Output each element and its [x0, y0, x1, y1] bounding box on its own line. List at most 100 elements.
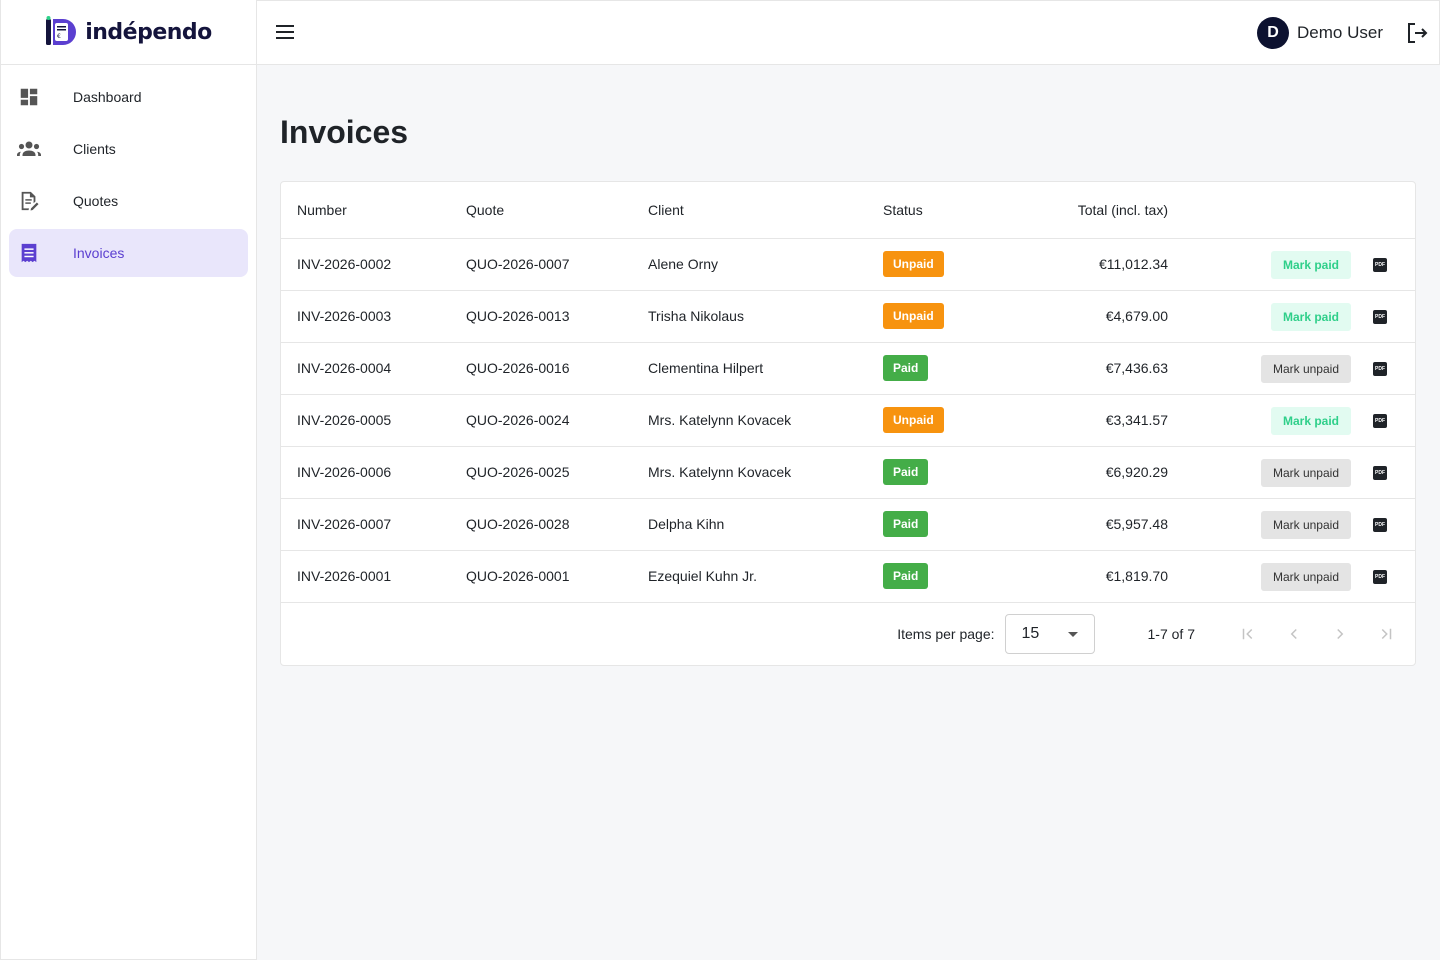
pdf-download-icon[interactable]: PDF — [1373, 309, 1387, 324]
mark-paid-button[interactable]: Mark paid — [1270, 302, 1351, 331]
mark-unpaid-button[interactable]: Mark unpaid — [1260, 354, 1351, 383]
column-header-status[interactable]: Status — [883, 182, 1013, 239]
table-row[interactable]: INV-2026-0002 QUO-2026-0007 Alene Orny U… — [281, 238, 1415, 291]
status-cell: Unpaid — [883, 290, 1013, 343]
quote-number: QUO-2026-0024 — [466, 394, 648, 447]
invoice-number: INV-2026-0004 — [281, 342, 466, 395]
logout-icon[interactable] — [1405, 21, 1429, 45]
invoice-number: INV-2026-0003 — [281, 290, 466, 343]
column-header-number[interactable]: Number — [281, 182, 466, 239]
invoice-total: €4,679.00 — [1013, 290, 1168, 343]
menu-icon[interactable] — [275, 21, 297, 43]
logo[interactable]: € indépendo — [1, 0, 256, 65]
column-header-quote[interactable]: Quote — [466, 182, 648, 239]
first-page-icon — [1242, 628, 1253, 640]
chevron-left-icon — [1290, 628, 1297, 640]
top-bar: D Demo User — [257, 0, 1440, 65]
page-size-value: 15 — [1021, 625, 1040, 642]
actions-cell: Mark unpaid PDF — [1168, 446, 1415, 499]
sidebar-item-label: Invoices — [73, 245, 125, 261]
client-name: Mrs. Katelynn Kovacek — [648, 394, 883, 447]
status-badge: Paid — [883, 563, 929, 589]
table-row[interactable]: INV-2026-0005 QUO-2026-0024 Mrs. Katelyn… — [281, 394, 1415, 447]
actions-cell: Mark paid PDF — [1168, 290, 1415, 343]
quote-number: QUO-2026-0001 — [466, 550, 648, 603]
next-page-button[interactable] — [1317, 614, 1363, 654]
previous-page-button[interactable] — [1271, 614, 1317, 654]
page-range-label: 1-7 of 7 — [1147, 626, 1195, 642]
column-header-client[interactable]: Client — [648, 182, 883, 239]
table-row[interactable]: INV-2026-0007 QUO-2026-0028 Delpha Kihn … — [281, 498, 1415, 551]
pdf-download-icon[interactable]: PDF — [1373, 517, 1387, 532]
avatar: D — [1257, 17, 1290, 49]
table-row[interactable]: INV-2026-0006 QUO-2026-0025 Mrs. Katelyn… — [281, 446, 1415, 499]
mark-paid-button[interactable]: Mark paid — [1270, 250, 1351, 279]
sidebar-item-label: Quotes — [73, 193, 119, 209]
invoice-total: €1,819.70 — [1013, 550, 1168, 603]
status-badge: Paid — [883, 355, 929, 381]
chevron-right-icon — [1337, 628, 1344, 640]
brand-name: indépendo — [85, 19, 212, 45]
invoice-total: €3,341.57 — [1013, 394, 1168, 447]
actions-cell: Mark unpaid PDF — [1168, 498, 1415, 551]
status-cell: Paid — [883, 550, 1013, 603]
quote-number: QUO-2026-0016 — [466, 342, 648, 395]
status-badge: Paid — [883, 459, 929, 485]
actions-cell: Mark paid PDF — [1168, 394, 1415, 447]
mark-unpaid-button[interactable]: Mark unpaid — [1260, 510, 1351, 539]
sidebar: € indépendo Dashboard Clients Quotes Inv… — [0, 0, 257, 960]
actions-cell: Mark paid PDF — [1168, 238, 1415, 291]
chevron-down-icon — [1067, 631, 1078, 637]
pdf-download-icon[interactable]: PDF — [1373, 413, 1387, 428]
client-name: Delpha Kihn — [648, 498, 883, 551]
client-name: Clementina Hilpert — [648, 342, 883, 395]
client-name: Alene Orny — [648, 238, 883, 291]
page-title: Invoices — [280, 114, 409, 150]
mark-unpaid-button[interactable]: Mark unpaid — [1260, 458, 1351, 487]
table-header-row: Number Quote Client Status Total (incl. … — [281, 182, 1415, 239]
status-cell: Paid — [883, 498, 1013, 551]
page-size-select[interactable]: 15 — [1004, 614, 1095, 654]
items-per-page-label: Items per page: — [897, 626, 995, 642]
client-name: Ezequiel Kuhn Jr. — [648, 550, 883, 603]
receipt-icon — [9, 242, 49, 264]
invoice-number: INV-2026-0002 — [281, 238, 466, 291]
table-row[interactable]: INV-2026-0003 QUO-2026-0013 Trisha Nikol… — [281, 290, 1415, 343]
invoice-number: INV-2026-0006 — [281, 446, 466, 499]
sidebar-item-dashboard[interactable]: Dashboard — [9, 73, 248, 121]
mark-paid-button[interactable]: Mark paid — [1270, 406, 1351, 435]
invoice-total: €6,920.29 — [1013, 446, 1168, 499]
invoices-table: Number Quote Client Status Total (incl. … — [281, 182, 1415, 603]
first-page-button[interactable] — [1225, 614, 1271, 654]
sidebar-item-clients[interactable]: Clients — [9, 125, 248, 173]
mark-unpaid-button[interactable]: Mark unpaid — [1260, 562, 1351, 591]
logo-mark-icon: € — [45, 16, 77, 48]
pdf-download-icon[interactable]: PDF — [1373, 569, 1387, 584]
sidebar-nav: Dashboard Clients Quotes Invoices — [1, 65, 256, 289]
status-badge: Unpaid — [883, 407, 944, 433]
edit-document-icon — [9, 190, 49, 212]
invoices-table-card: Number Quote Client Status Total (incl. … — [280, 181, 1416, 666]
invoice-number: INV-2026-0007 — [281, 498, 466, 551]
sidebar-item-label: Dashboard — [73, 89, 142, 105]
column-header-total[interactable]: Total (incl. tax) — [1013, 182, 1168, 239]
last-page-button[interactable] — [1363, 614, 1409, 654]
user-menu[interactable]: D Demo User — [1257, 17, 1383, 49]
actions-cell: Mark unpaid PDF — [1168, 550, 1415, 603]
status-cell: Unpaid — [883, 394, 1013, 447]
status-badge: Unpaid — [883, 251, 944, 277]
paginator: Items per page: 15 1-7 of 7 — [281, 602, 1415, 666]
invoice-total: €7,436.63 — [1013, 342, 1168, 395]
status-badge: Unpaid — [883, 303, 944, 329]
pdf-download-icon[interactable]: PDF — [1373, 361, 1387, 376]
status-cell: Paid — [883, 446, 1013, 499]
table-row[interactable]: INV-2026-0001 QUO-2026-0001 Ezequiel Kuh… — [281, 550, 1415, 603]
svg-text:€: € — [57, 33, 61, 40]
client-name: Mrs. Katelynn Kovacek — [648, 446, 883, 499]
sidebar-item-invoices[interactable]: Invoices — [9, 229, 248, 277]
quote-number: QUO-2026-0028 — [466, 498, 648, 551]
pdf-download-icon[interactable]: PDF — [1373, 465, 1387, 480]
pdf-download-icon[interactable]: PDF — [1373, 257, 1387, 272]
sidebar-item-quotes[interactable]: Quotes — [9, 177, 248, 225]
table-row[interactable]: INV-2026-0004 QUO-2026-0016 Clementina H… — [281, 342, 1415, 395]
